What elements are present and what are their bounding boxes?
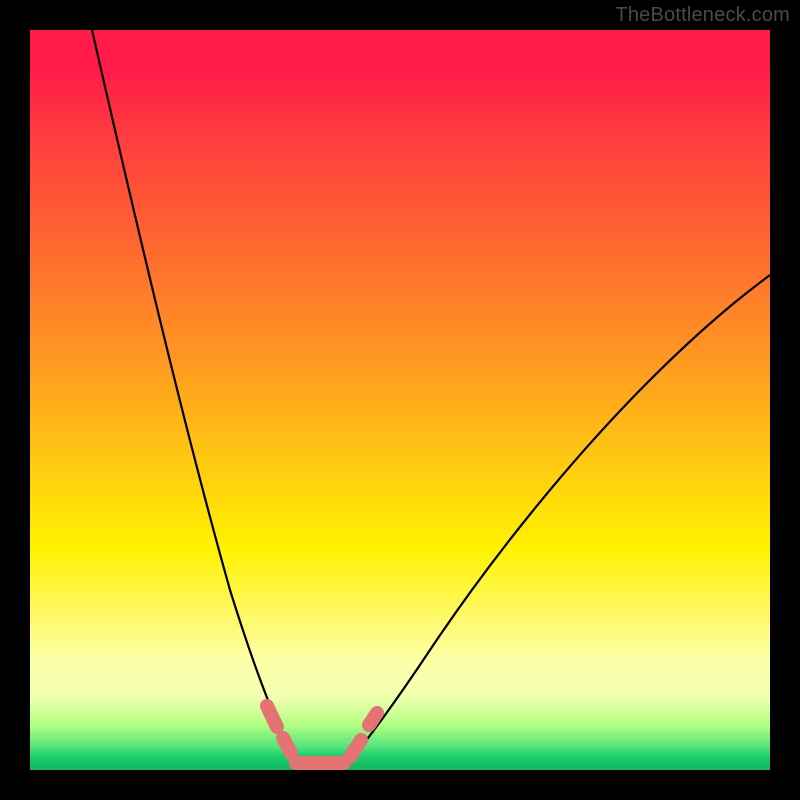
- bottleneck-curve: [30, 30, 770, 770]
- curve-right-branch: [345, 275, 770, 766]
- optimal-zone-markers: [267, 706, 377, 763]
- attribution-label: TheBottleneck.com: [615, 4, 790, 27]
- curve-left-branch: [92, 30, 302, 766]
- chart-frame: TheBottleneck.com: [0, 0, 800, 800]
- plot-area: [30, 30, 770, 770]
